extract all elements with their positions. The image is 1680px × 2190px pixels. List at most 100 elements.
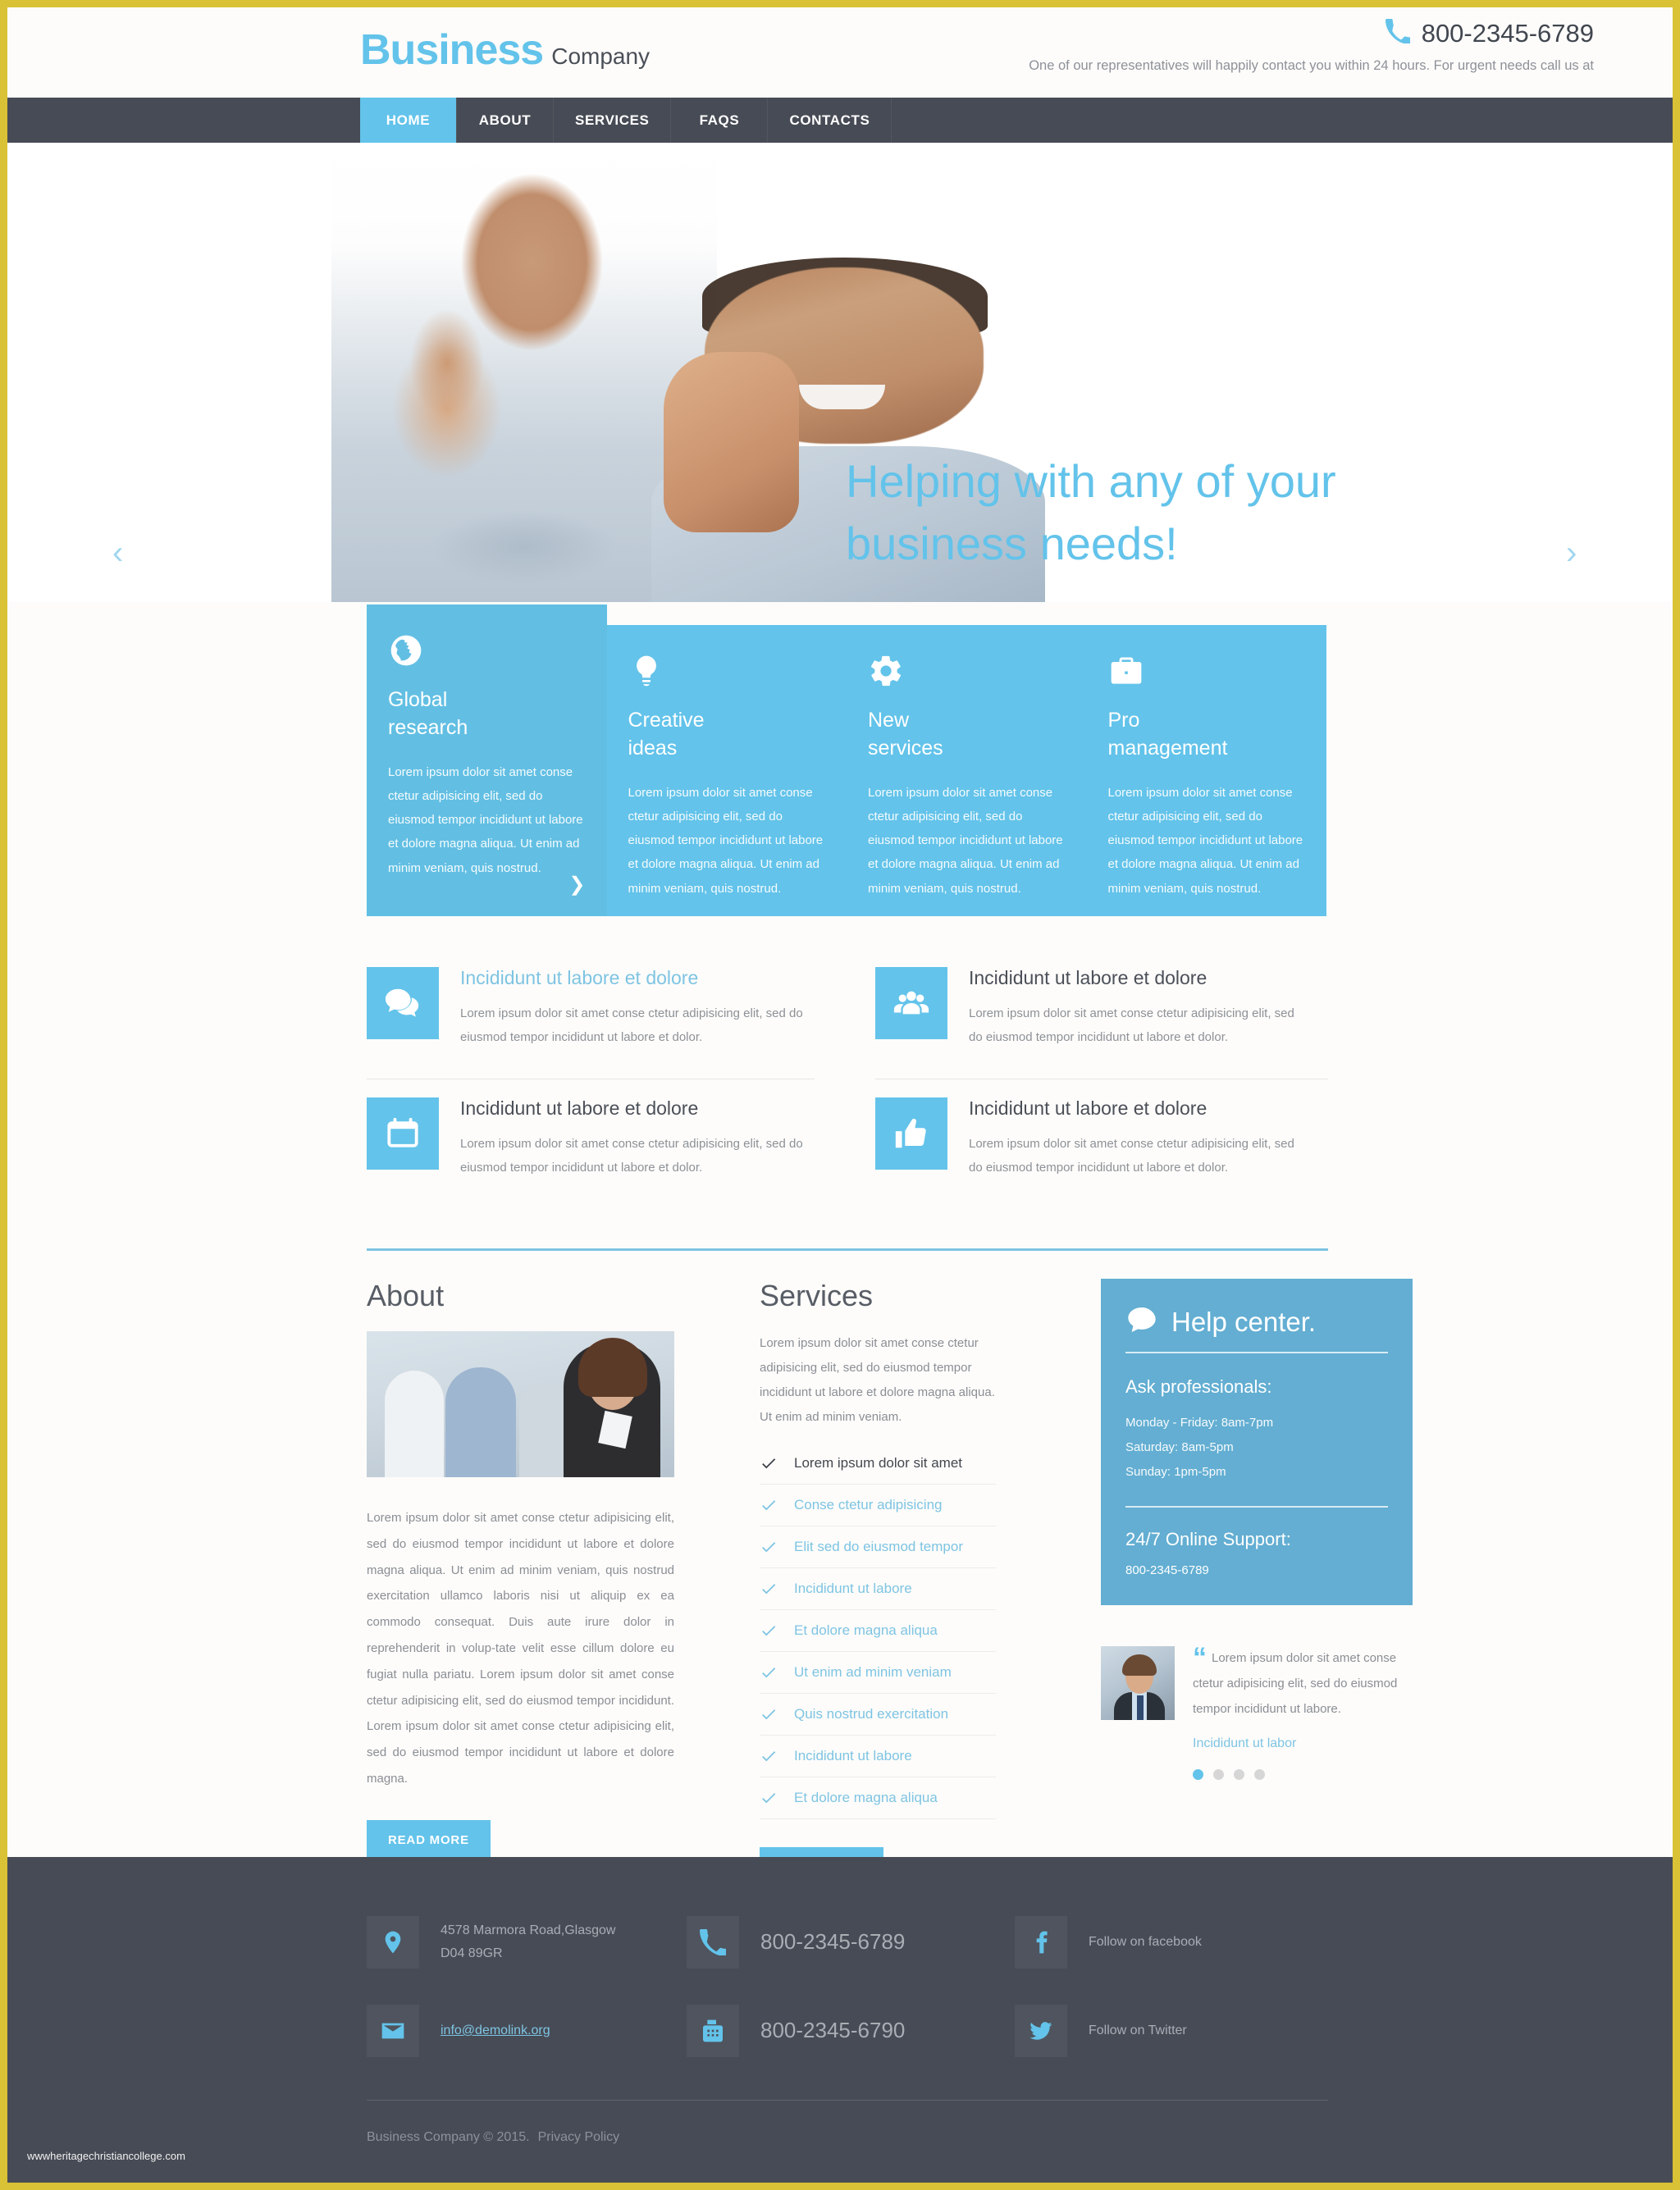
slider-prev-arrow-icon[interactable]: ‹ (112, 536, 123, 569)
about-column: About Lorem ipsum dolor sit amet conse c… (367, 1279, 674, 1887)
feature-box-title: Creative ideas (628, 707, 826, 763)
testimonial-text-wrap: “Lorem ipsum dolor sit amet conse ctetur… (1193, 1644, 1413, 1722)
footer-address-line-1: 4578 Marmora Road,Glasgow (441, 1923, 616, 1937)
footer-copyright-text: Business Company © 2015. (367, 2130, 530, 2144)
footer-facebook-row[interactable]: Follow on facebook (1015, 1916, 1343, 1969)
help-center-support-phone: 800-2345-6789 (1125, 1563, 1209, 1577)
feature-box-creative-ideas[interactable]: Creative ideas Lorem ipsum dolor sit ame… (606, 625, 847, 916)
site-logo[interactable]: Business Company (360, 25, 650, 75)
feature-box-global-research[interactable]: Global research Lorem ipsum dolor sit am… (367, 605, 607, 916)
testimonial-body: “Lorem ipsum dolor sit amet conse ctetur… (1193, 1644, 1413, 1781)
services-list-item[interactable]: Et dolore magna aliqua (760, 1610, 996, 1652)
nav-item-faqs[interactable]: FAQS (671, 98, 769, 143)
testimonial-pagination-dots (1193, 1769, 1413, 1781)
users-group-icon (875, 967, 947, 1039)
help-center-hours-sunday: Sunday: 1pm-5pm (1125, 1465, 1226, 1479)
services-list-item[interactable]: Incididunt ut labore (760, 1568, 996, 1610)
feature-title-line-1: Global (388, 688, 448, 711)
footer-fax-row: 800-2345-6790 (687, 2005, 1015, 2057)
services-list-item[interactable]: Ut enim ad minim veniam (760, 1652, 996, 1694)
privacy-policy-link[interactable]: Privacy Policy (538, 2130, 620, 2144)
gear-icon (868, 653, 904, 689)
footer-phone-row: 800-2345-6789 (687, 1916, 1015, 1969)
nav-item-home[interactable]: HOME (360, 98, 457, 143)
help-center-rule-2 (1125, 1506, 1388, 1508)
feature-box-new-services[interactable]: New services Lorem ipsum dolor sit amet … (847, 625, 1087, 916)
check-icon (760, 1789, 778, 1807)
feature-box-body: Lorem ipsum dolor sit amet conse ctetur … (1107, 785, 1303, 896)
testimonial-dot-1[interactable] (1193, 1769, 1203, 1781)
footer-address-row: 4578 Marmora Road,Glasgow D04 89GR (367, 1916, 687, 1969)
services-list-item[interactable]: Elit sed do eiusmod tempor (760, 1526, 996, 1568)
feature-more-arrow-icon[interactable]: ❯ (568, 873, 585, 897)
testimonial-author-link[interactable]: Incididunt ut labor (1193, 1736, 1413, 1751)
footer-email-link[interactable]: info@demolink.org (441, 2019, 550, 2042)
about-photo-hair (578, 1338, 647, 1397)
services-list-item[interactable]: Incididunt ut labore (760, 1736, 996, 1777)
testimonial-dot-3[interactable] (1234, 1769, 1244, 1781)
footer-copyright: Business Company © 2015. Privacy Policy (367, 2130, 619, 2145)
help-center-title: Help center. (1171, 1306, 1317, 1337)
main-navigation: HOME ABOUT SERVICES FAQS CONTACTS (7, 98, 1673, 143)
services-list-item[interactable]: Et dolore magna aliqua (760, 1777, 996, 1819)
check-icon (760, 1538, 778, 1556)
logo-primary-text: Business (360, 26, 544, 74)
services-list-item[interactable]: Quis nostrud exercitation (760, 1694, 996, 1736)
services-column: Services Lorem ipsum dolor sit amet cons… (674, 1279, 996, 1887)
header-phone-number: 800-2345-6789 (1421, 19, 1594, 48)
help-center-hours-monfri: Monday - Friday: 8am-7pm (1125, 1416, 1274, 1430)
info-item-title[interactable]: Incididunt ut labore et dolore (460, 1097, 815, 1120)
quote-mark-icon: “ (1193, 1642, 1207, 1673)
info-item-chat[interactable]: Incididunt ut labore et dolore Lorem ips… (367, 949, 847, 1079)
section-divider (367, 1248, 1328, 1251)
info-item-thumbs-up[interactable]: Incididunt ut labore et dolore Lorem ips… (847, 1079, 1328, 1209)
services-list-item[interactable]: Lorem ipsum dolor sit amet (760, 1443, 996, 1485)
feature-box-title: Pro management (1108, 707, 1306, 763)
check-icon (760, 1454, 778, 1472)
check-icon (760, 1580, 778, 1598)
feature-box-body: Lorem ipsum dolor sit amet conse ctetur … (868, 785, 1063, 896)
info-item-calendar[interactable]: Incididunt ut labore et dolore Lorem ips… (367, 1079, 847, 1209)
info-item-title[interactable]: Incididunt ut labore et dolore (460, 967, 815, 990)
info-item-users[interactable]: Incididunt ut labore et dolore Lorem ips… (847, 949, 1328, 1079)
phone-icon (687, 1916, 739, 1969)
thumbs-up-icon (875, 1097, 947, 1170)
testimonial-dot-2[interactable] (1213, 1769, 1224, 1781)
footer-email-row[interactable]: info@demolink.org (367, 2005, 687, 2057)
nav-item-contacts[interactable]: CONTACTS (768, 98, 892, 143)
help-center-panel: Help center. Ask professionals: Monday -… (1101, 1279, 1413, 1605)
services-list-item-label: Incididunt ut labore (794, 1581, 912, 1596)
header-contact-note: One of our representatives will happily … (1029, 58, 1594, 73)
services-heading: Services (760, 1279, 874, 1312)
nav-item-services[interactable]: SERVICES (554, 98, 672, 143)
services-list-item-label: Incididunt ut labore (794, 1748, 912, 1763)
footer-column-social: Follow on facebook Follow on Twitter (1015, 1916, 1343, 2057)
map-pin-icon (367, 1916, 419, 1969)
feature-box-pro-management[interactable]: Pro management Lorem ipsum dolor sit ame… (1086, 625, 1326, 916)
footer-twitter-row[interactable]: Follow on Twitter (1015, 2005, 1343, 2057)
chat-bubble-icon (1125, 1303, 1158, 1340)
nav-item-about[interactable]: ABOUT (457, 98, 554, 143)
testimonial-dot-4[interactable] (1254, 1769, 1265, 1781)
footer-address-text: 4578 Marmora Road,Glasgow D04 89GR (441, 1919, 615, 1965)
info-item-text: Incididunt ut labore et dolore Lorem ips… (969, 967, 1295, 1049)
info-item-title[interactable]: Incididunt ut labore et dolore (969, 1097, 1295, 1120)
about-read-more-button[interactable]: READ MORE (367, 1819, 491, 1860)
footer-column-phone: 800-2345-6789 800-2345-6790 (687, 1916, 1015, 2057)
feature-title-line-2: services (868, 736, 943, 760)
services-list: Lorem ipsum dolor sit amet Conse ctetur … (760, 1443, 996, 1819)
services-list-item-label: Et dolore magna aliqua (794, 1622, 938, 1638)
hero-photo-thumbs-up (664, 352, 799, 532)
services-list-item[interactable]: Conse ctetur adipisicing (760, 1485, 996, 1526)
help-center-ask-heading: Ask professionals: (1125, 1376, 1272, 1397)
slider-next-arrow-icon[interactable]: › (1566, 536, 1577, 569)
phone-icon (1385, 19, 1412, 48)
check-icon (760, 1496, 778, 1514)
info-item-title[interactable]: Incididunt ut labore et dolore (969, 967, 1295, 990)
globe-icon (388, 632, 424, 668)
footer-facebook-label: Follow on facebook (1089, 1935, 1202, 1949)
info-item-body: Lorem ipsum dolor sit amet conse ctetur … (460, 1006, 803, 1044)
about-body-text: Lorem ipsum dolor sit amet conse ctetur … (367, 1511, 674, 1786)
testimonial-text: Lorem ipsum dolor sit amet conse ctetur … (1193, 1651, 1398, 1716)
header-phone-row[interactable]: 800-2345-6789 (1029, 19, 1594, 48)
